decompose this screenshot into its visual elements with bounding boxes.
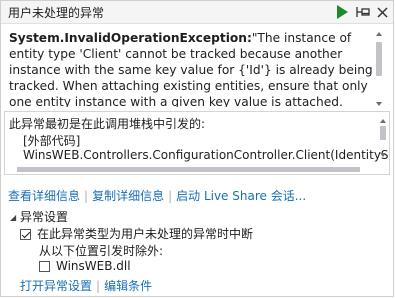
close-icon[interactable]: [375, 4, 391, 20]
break-when-unhandled-checkbox[interactable]: [20, 229, 31, 240]
exception-settings-header[interactable]: ◢ 异常设置: [10, 208, 68, 225]
collapse-triangle-icon[interactable]: ◢: [10, 213, 20, 222]
call-stack-line[interactable]: WinsWEB.Controllers.ConfigurationControl…: [23, 148, 389, 162]
stack-horizontal-scrollbar[interactable]: [5, 164, 389, 174]
open-exception-settings-link[interactable]: 打开异常设置: [20, 279, 92, 293]
scrollbar-thumb[interactable]: [380, 126, 386, 140]
call-stack-line[interactable]: [外部代码]: [23, 132, 80, 149]
link-separator: |: [168, 189, 173, 203]
footer-links: 打开异常设置 | 编辑条件: [20, 277, 152, 294]
scroll-down-arrow-icon[interactable]: [376, 101, 382, 107]
module-checkbox[interactable]: [39, 261, 50, 272]
scrollbar-thumb[interactable]: [17, 167, 360, 172]
live-share-link[interactable]: 启动 Live Share 会话...: [176, 189, 306, 203]
stack-vertical-scrollbar[interactable]: [380, 116, 386, 160]
exception-type: System.InvalidOperationException:: [9, 31, 252, 45]
scroll-down-arrow-icon[interactable]: [380, 152, 386, 158]
exception-settings-title: 异常设置: [20, 210, 69, 224]
break-when-unhandled-option[interactable]: 在此异常类型为用户未处理的异常时中断: [20, 225, 253, 242]
pin-icon[interactable]: [355, 4, 371, 20]
message-vertical-scrollbar[interactable]: [376, 29, 382, 109]
call-stack-box: 此异常最初是在此调用堆栈中引发的: [外部代码] WinsWEB.Control…: [4, 111, 390, 175]
module-exception-option[interactable]: WinsWEB.dll: [39, 259, 131, 273]
edit-conditions-link[interactable]: 编辑条件: [104, 279, 152, 293]
scroll-up-arrow-icon[interactable]: [376, 31, 382, 37]
exception-dialog: 用户未处理的异常 System.InvalidOperationExceptio…: [0, 0, 394, 297]
copy-details-link[interactable]: 复制详细信息: [92, 189, 164, 203]
continue-icon[interactable]: [335, 4, 349, 20]
scroll-up-arrow-icon[interactable]: [380, 118, 386, 124]
exception-message-area: System.InvalidOperationException:"The in…: [8, 29, 388, 107]
module-label: WinsWEB.dll: [56, 259, 131, 273]
action-links: 查看详细信息 | 复制详细信息 | 启动 Live Share 会话...: [8, 187, 306, 204]
except-from-label-row: 从以下位置引发时除外:: [39, 242, 163, 259]
link-separator: |: [84, 189, 89, 203]
scrollbar-thumb[interactable]: [376, 42, 382, 76]
dialog-title: 用户未处理的异常: [8, 6, 105, 20]
exception-message: System.InvalidOperationException:"The in…: [9, 30, 375, 107]
except-from-label: 从以下位置引发时除外:: [39, 244, 164, 258]
link-separator: |: [96, 279, 101, 293]
view-details-link[interactable]: 查看详细信息: [8, 189, 80, 203]
title-bar: 用户未处理的异常: [1, 1, 393, 24]
break-when-unhandled-label: 在此异常类型为用户未处理的异常时中断: [37, 227, 254, 241]
call-stack-title: 此异常最初是在此调用堆栈中引发的:: [9, 117, 206, 131]
